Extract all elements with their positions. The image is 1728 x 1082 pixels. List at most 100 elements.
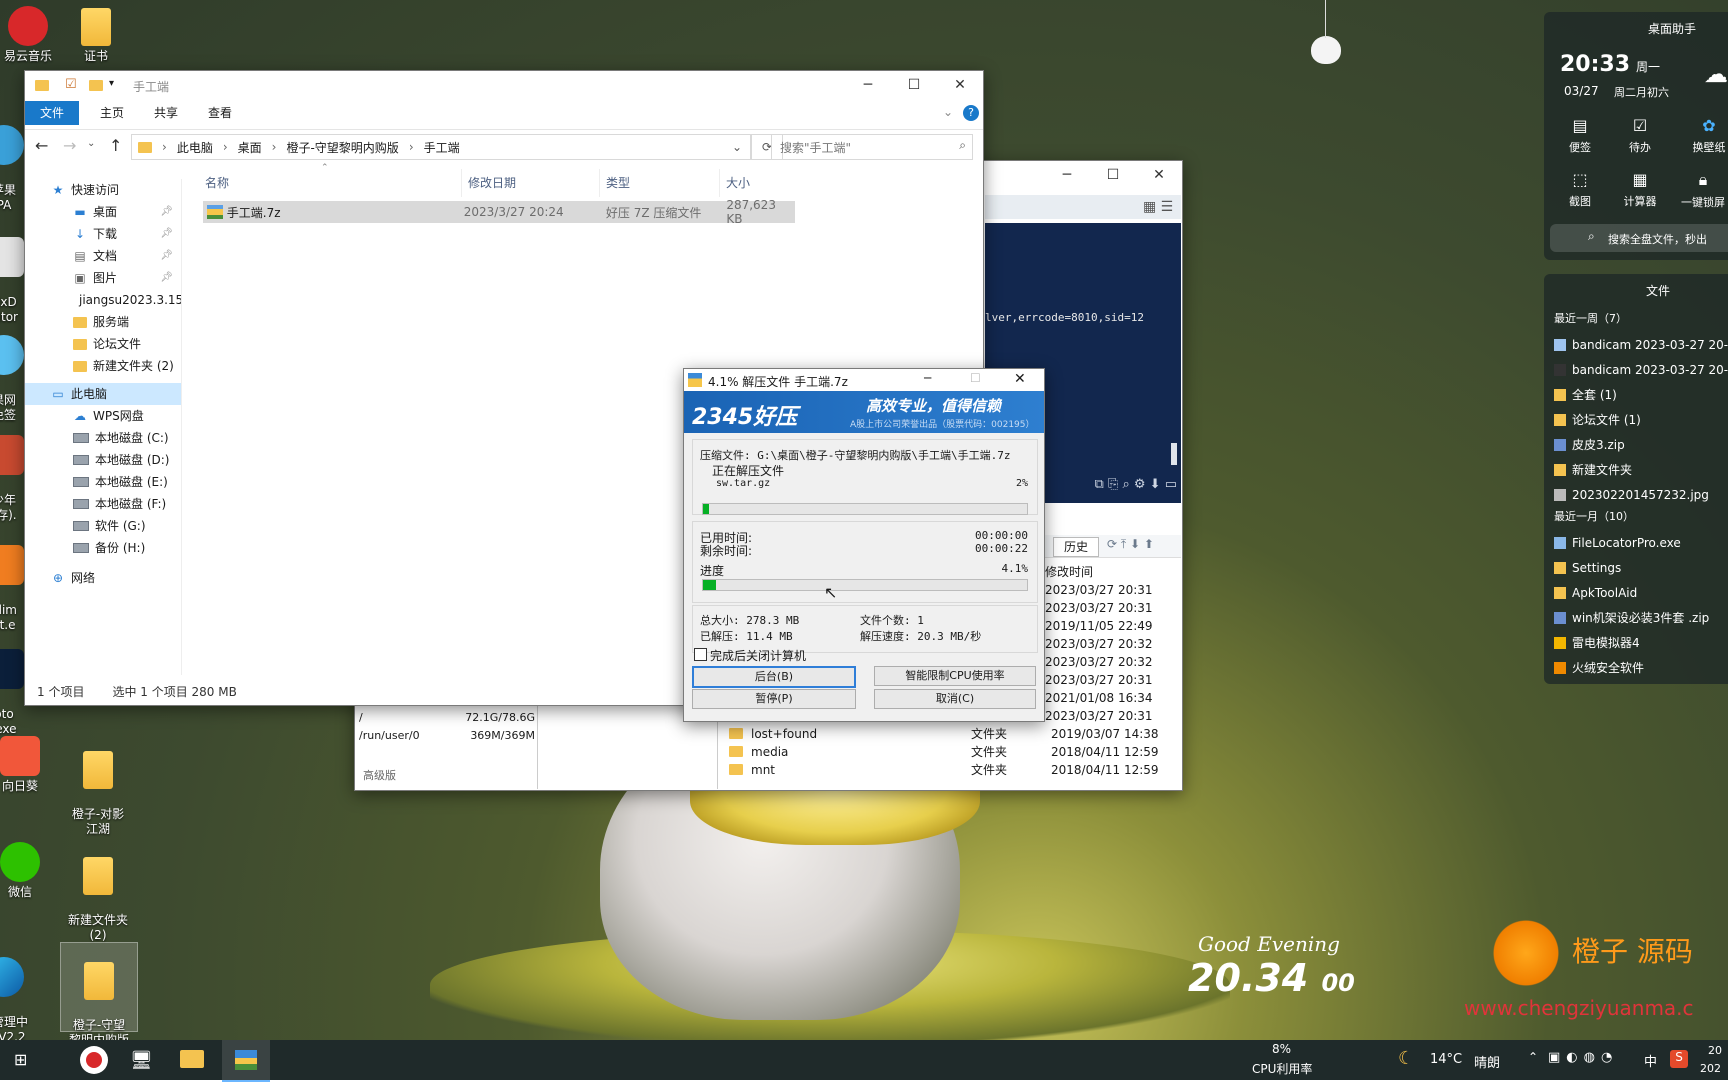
pin-icon[interactable]: 📌︎: [160, 201, 173, 223]
tool-lock[interactable]: 🔒︎ 一键锁屏: [1678, 170, 1728, 210]
extract-dialog[interactable]: 4.1% 解压文件 手工端.7z ─ ☐ ✕ 2345好压 高效专业，值得信赖 …: [683, 368, 1045, 722]
sidebar-item[interactable]: 服务端: [25, 311, 181, 333]
sidebar-item[interactable]: 本地磁盘 (E:): [25, 471, 181, 493]
pause-button[interactable]: 暂停(P): [692, 689, 856, 709]
column-name[interactable]: 名称: [205, 169, 435, 197]
tab-file[interactable]: 文件: [25, 101, 79, 125]
list-item[interactable]: 全套 (1): [1554, 382, 1728, 407]
search-icon[interactable]: ⌕: [959, 138, 966, 153]
up-arrow-icon[interactable]: ↑: [109, 136, 122, 155]
file-pane-toolbar-icons[interactable]: ⟳ ⤒ ⬇ ⬆: [1107, 537, 1154, 552]
sidebar-item[interactable]: 备份 (H:): [25, 537, 181, 559]
taskbar-date[interactable]: 202: [1700, 1062, 1721, 1075]
column-type[interactable]: 类型: [599, 169, 716, 197]
tray-chevron-icon[interactable]: ⌃: [1528, 1050, 1538, 1064]
task-view-icon[interactable]: ⊞: [14, 1050, 27, 1069]
input-method[interactable]: 中: [1644, 1051, 1657, 1070]
tab-view[interactable]: 查看: [193, 101, 247, 125]
minimize-button[interactable]: ─: [924, 371, 931, 385]
tab-share[interactable]: 共享: [139, 101, 193, 125]
tool-screenshot[interactable]: ⬚ 截图: [1560, 170, 1600, 209]
maximize-button[interactable]: ☐: [891, 71, 937, 99]
list-item[interactable]: 202302201457232.jpg: [1554, 482, 1728, 507]
tool-todo[interactable]: ☑ 待办: [1620, 116, 1660, 155]
sidebar-item[interactable]: ▤ 文档 📌︎: [25, 245, 181, 267]
breadcrumb-current[interactable]: 手工端: [424, 139, 460, 156]
sidebar-item[interactable]: 软件 (G:): [25, 515, 181, 537]
background-button[interactable]: 后台(B): [692, 666, 856, 688]
sidebar-item[interactable]: ▬ 桌面 📌︎: [25, 201, 181, 223]
sidebar-item[interactable]: ▣ 图片 📌︎: [25, 267, 181, 289]
tray-icons[interactable]: ▣◐◍◔: [1548, 1050, 1618, 1065]
breadcrumb-this-pc[interactable]: 此电脑: [177, 139, 213, 156]
sidebar-item[interactable]: ▭ 此电脑: [25, 383, 181, 405]
minimize-button[interactable]: ─: [1044, 161, 1090, 189]
new-folder-icon[interactable]: [89, 80, 103, 91]
sidebar-item[interactable]: ⊕ 网络: [25, 567, 181, 589]
desktop-icon-orange-dawn[interactable]: 橙子-守望 黎明内购版: [60, 942, 138, 1047]
list-item[interactable]: win机架设必装3件套 .zip: [1554, 605, 1728, 630]
pin-icon[interactable]: 📌︎: [160, 267, 173, 289]
sidebar-item[interactable]: 本地磁盘 (F:): [25, 493, 181, 515]
desktop-icon-cert[interactable]: 证书: [58, 8, 134, 64]
taskbar-recorder[interactable]: [80, 1046, 108, 1074]
desktop-icon-newfolder2[interactable]: 新建文件夹 (2): [60, 842, 136, 958]
sidebar-item[interactable]: 本地磁盘 (D:): [25, 449, 181, 471]
terminal-toolbar-icons[interactable]: ⧉ ⎘ ⌕ ⚙ ⬇ ▭: [1095, 477, 1177, 492]
weather-temp[interactable]: 14°C: [1430, 1052, 1462, 1067]
weather-text[interactable]: 晴朗: [1474, 1052, 1500, 1071]
sidebar-item[interactable]: 本地磁盘 (C:): [25, 427, 181, 449]
assistant-search[interactable]: ⌕ 搜索全盘文件，秒出: [1550, 224, 1728, 252]
forward-arrow-icon[interactable]: →: [63, 136, 76, 155]
shutdown-checkbox[interactable]: [694, 648, 707, 661]
quick-access-dropdown-icon[interactable]: ▾: [109, 78, 114, 89]
history-tab[interactable]: 历史: [1053, 537, 1099, 557]
close-button[interactable]: ✕: [1136, 161, 1182, 189]
list-item[interactable]: bandicam 2023-03-27 20-3: [1554, 332, 1728, 357]
breadcrumb-folder[interactable]: 橙子-守望黎明内购版: [286, 139, 398, 156]
tool-notes[interactable]: ▤ 便签: [1560, 116, 1600, 155]
sidebar-item[interactable]: ★ 快速访问: [25, 179, 181, 201]
desktop-icon-sunlogin[interactable]: 向日葵: [0, 736, 58, 794]
taskbar-file-explorer[interactable]: [180, 1050, 204, 1068]
search-box[interactable]: 搜索"手工端" ⌕: [771, 134, 973, 160]
sidebar-item[interactable]: ↓ 下载 📌︎: [25, 223, 181, 245]
maximize-button[interactable]: ☐: [1090, 161, 1136, 189]
limit-cpu-button[interactable]: 智能限制CPU使用率: [874, 666, 1036, 686]
desktop-icon-wechat[interactable]: 微信: [0, 842, 58, 900]
table-row[interactable]: lost+found 文件夹 2019/03/07 14:38: [729, 725, 1169, 743]
tool-calculator[interactable]: ▦ 计算器: [1620, 170, 1660, 209]
ribbon-expand-icon[interactable]: ⌄: [943, 105, 953, 119]
column-size[interactable]: 大小: [719, 169, 796, 197]
breadcrumb-desktop[interactable]: 桌面: [238, 139, 262, 156]
terminal-scrollbar[interactable]: [1171, 443, 1177, 465]
recent-dropdown-icon[interactable]: ⌄: [87, 138, 95, 149]
list-item[interactable]: ApkToolAid: [1554, 580, 1728, 605]
desktop-icon-orange-dui[interactable]: 橙子-对影 江湖: [60, 736, 136, 852]
close-button[interactable]: ✕: [937, 71, 983, 99]
list-item[interactable]: 论坛文件 (1): [1554, 407, 1728, 432]
list-item[interactable]: bandicam 2023-03-27 20-3: [1554, 357, 1728, 382]
column-date[interactable]: 修改日期: [461, 169, 598, 197]
properties-icon[interactable]: ☑: [65, 77, 77, 92]
list-item[interactable]: 皮皮3.zip: [1554, 432, 1728, 457]
table-row[interactable]: mnt 文件夹 2018/04/11 12:59: [729, 761, 1169, 779]
pin-icon[interactable]: 📌︎: [160, 223, 173, 245]
back-arrow-icon[interactable]: ←: [35, 136, 48, 155]
taskbar-haozip[interactable]: [222, 1040, 270, 1082]
help-icon[interactable]: ?: [963, 105, 979, 121]
sidebar-item[interactable]: jiangsu2023.3.15: [25, 289, 181, 311]
sidebar-item[interactable]: ☁ WPS网盘: [25, 405, 181, 427]
taskbar-clock[interactable]: 20: [1708, 1044, 1722, 1057]
tool-wallpaper[interactable]: ✿ 换壁纸: [1684, 116, 1728, 155]
pin-icon[interactable]: 📌︎: [160, 245, 173, 267]
desktop-icon-netease[interactable]: 易云音乐: [0, 6, 66, 64]
tab-home[interactable]: 主页: [85, 101, 139, 125]
cancel-button[interactable]: 取消(C): [874, 689, 1036, 709]
close-button[interactable]: ✕: [1014, 371, 1026, 387]
view-grid-icon[interactable]: ▦ ☰: [1143, 199, 1173, 215]
weather-moon-icon[interactable]: ☾: [1398, 1048, 1414, 1069]
list-item[interactable]: 火绒安全软件: [1554, 655, 1728, 680]
list-item[interactable]: 新建文件夹: [1554, 457, 1728, 482]
address-bar[interactable]: › 此电脑 › 桌面 › 橙子-守望黎明内购版 › 手工端 ⌄: [131, 134, 751, 160]
